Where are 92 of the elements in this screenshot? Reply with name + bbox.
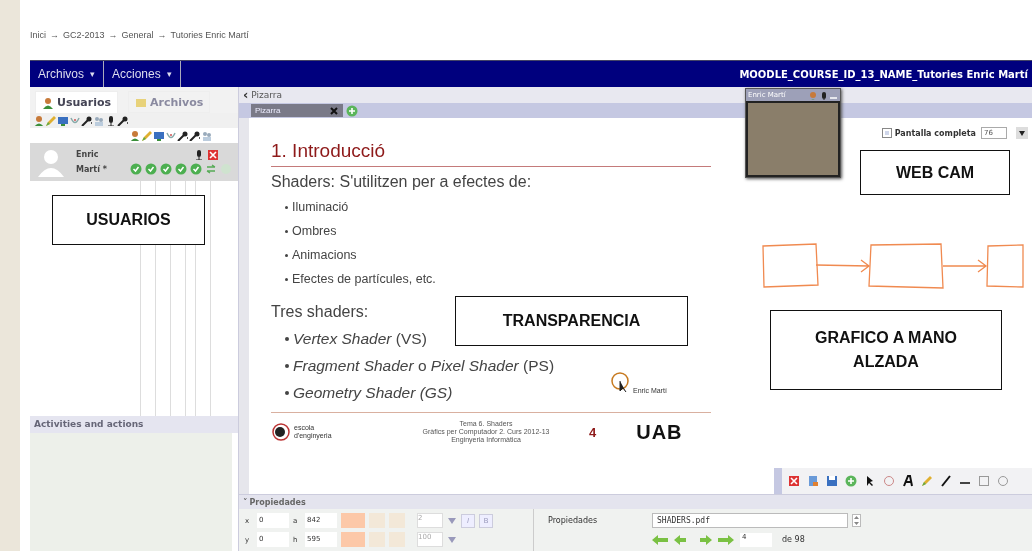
text-icon[interactable] bbox=[902, 475, 914, 487]
whiteboard-tab[interactable]: Pizarra bbox=[251, 104, 343, 117]
checkbox[interactable] bbox=[881, 128, 892, 138]
breadcrumb-link[interactable]: Tutories Enric Martí bbox=[170, 30, 249, 40]
arrow-separator: → bbox=[50, 30, 59, 40]
save-icon[interactable] bbox=[826, 475, 838, 487]
checkbox-label: Pantalla completa bbox=[894, 128, 976, 138]
panel-tab[interactable]: Usuarios bbox=[35, 91, 119, 113]
bullet-icon bbox=[285, 363, 289, 368]
last-page-icon[interactable] bbox=[718, 534, 734, 545]
color-button[interactable] bbox=[389, 513, 405, 528]
close-icon[interactable] bbox=[788, 475, 800, 487]
pencil-icon bbox=[141, 130, 152, 141]
chevron-icon[interactable]: ‹ bbox=[243, 90, 249, 100]
close-icon[interactable] bbox=[329, 105, 339, 116]
document-dropdown[interactable]: SHADERS.pdf bbox=[652, 513, 848, 528]
slide-text: Shaders: S'utilitzen per a efectes de: bbox=[271, 173, 532, 191]
field-label: Propiedades bbox=[548, 516, 599, 525]
user-name: Enric Martí * bbox=[76, 149, 108, 176]
folder-icon bbox=[135, 96, 148, 108]
check-icon[interactable] bbox=[160, 163, 172, 175]
cursor-icon bbox=[611, 372, 631, 394]
spinner-icon[interactable] bbox=[852, 514, 861, 527]
user-icon bbox=[807, 90, 816, 100]
pencil-icon[interactable] bbox=[45, 115, 56, 126]
bullet-icon bbox=[285, 253, 288, 257]
user-row[interactable]: Enric Martí * bbox=[30, 143, 238, 181]
chevron-icon[interactable]: ˅ bbox=[243, 497, 248, 507]
monitor-icon bbox=[153, 130, 164, 141]
users-icon bbox=[42, 96, 54, 109]
slide-text: Tres shaders: bbox=[271, 303, 369, 321]
first-page-icon[interactable] bbox=[652, 534, 668, 545]
bullet-item: Animacions bbox=[292, 247, 357, 264]
color-button[interactable] bbox=[389, 532, 405, 547]
microphone-icon[interactable] bbox=[105, 115, 116, 126]
panel-title: Pizarra bbox=[251, 90, 283, 100]
microphone-plus-icon bbox=[189, 130, 200, 141]
check-icon[interactable] bbox=[145, 163, 157, 175]
annotation-label: WEB CAM bbox=[860, 150, 1010, 195]
color-swatch[interactable] bbox=[341, 513, 365, 528]
annotation-label: USUARIOS bbox=[52, 195, 205, 245]
color-button[interactable] bbox=[369, 513, 385, 528]
color-swatch[interactable] bbox=[341, 532, 365, 547]
arrow-separator: → bbox=[157, 30, 167, 40]
room-title: MOODLE_COURSE_ID_13_NAME_Tutories Enric Martí bbox=[739, 68, 1029, 80]
bullet-item: Iluminació bbox=[292, 199, 349, 216]
bullet-icon bbox=[285, 229, 288, 233]
bullet-icon bbox=[285, 336, 289, 341]
bullet-item: Ombres bbox=[292, 223, 337, 240]
rectangle-icon[interactable] bbox=[978, 475, 990, 487]
check-icon[interactable] bbox=[130, 163, 142, 175]
page-total: de 98 bbox=[782, 535, 805, 544]
pencil-icon[interactable] bbox=[921, 475, 933, 487]
close-icon[interactable] bbox=[207, 149, 218, 160]
add-icon[interactable] bbox=[845, 475, 857, 487]
breadcrumb-link[interactable]: GC2-2013 bbox=[63, 30, 105, 40]
user-icon[interactable] bbox=[33, 115, 44, 126]
breadcrumb-link[interactable]: Inici bbox=[30, 30, 46, 40]
bullet-icon bbox=[285, 277, 288, 281]
ellipse-icon[interactable] bbox=[997, 475, 1009, 487]
add-icon[interactable] bbox=[346, 104, 358, 117]
microphone-plus-icon[interactable] bbox=[81, 115, 92, 126]
microphone-icon[interactable] bbox=[117, 115, 128, 126]
arrow-separator: → bbox=[108, 30, 118, 40]
pointer-icon[interactable] bbox=[864, 475, 876, 487]
section-title: Activities and actions bbox=[30, 416, 238, 433]
slide-number: 4 bbox=[589, 424, 597, 440]
microphone-icon bbox=[177, 130, 188, 141]
line-icon[interactable] bbox=[940, 475, 952, 487]
document-icon[interactable] bbox=[807, 475, 819, 487]
university-logo: UAB bbox=[636, 420, 683, 444]
school-logo-icon bbox=[271, 422, 291, 442]
monitor-icon[interactable] bbox=[57, 115, 68, 126]
annotation-label: GRAFICO A MANO ALZADA bbox=[770, 310, 1002, 390]
dropdown-icon[interactable] bbox=[1016, 127, 1028, 139]
bullet-item: Efectes de partícules, etc. bbox=[292, 271, 436, 288]
slide-title: 1. Introducció bbox=[271, 140, 386, 162]
bullet-item: Fragment Shader o Pixel Shader (PS) bbox=[293, 356, 555, 376]
people-icon bbox=[201, 130, 212, 141]
bullet-item: Vertex Shader (VS) bbox=[293, 329, 427, 349]
bullet-icon bbox=[285, 205, 288, 209]
color-button[interactable] bbox=[369, 532, 385, 547]
check-icon[interactable] bbox=[175, 163, 187, 175]
avatar-silhouette-icon bbox=[38, 147, 64, 177]
bullet-item: Geometry Shader (GS) bbox=[293, 383, 453, 403]
section-title: Propiedades bbox=[249, 497, 306, 507]
annotation-label: TRANSPARENCIA bbox=[455, 296, 688, 346]
user-icon bbox=[129, 130, 140, 141]
microphone-icon[interactable] bbox=[193, 149, 204, 160]
breadcrumb-link[interactable]: General bbox=[121, 30, 154, 40]
check-icon[interactable] bbox=[190, 163, 202, 175]
bullet-icon bbox=[285, 390, 289, 395]
